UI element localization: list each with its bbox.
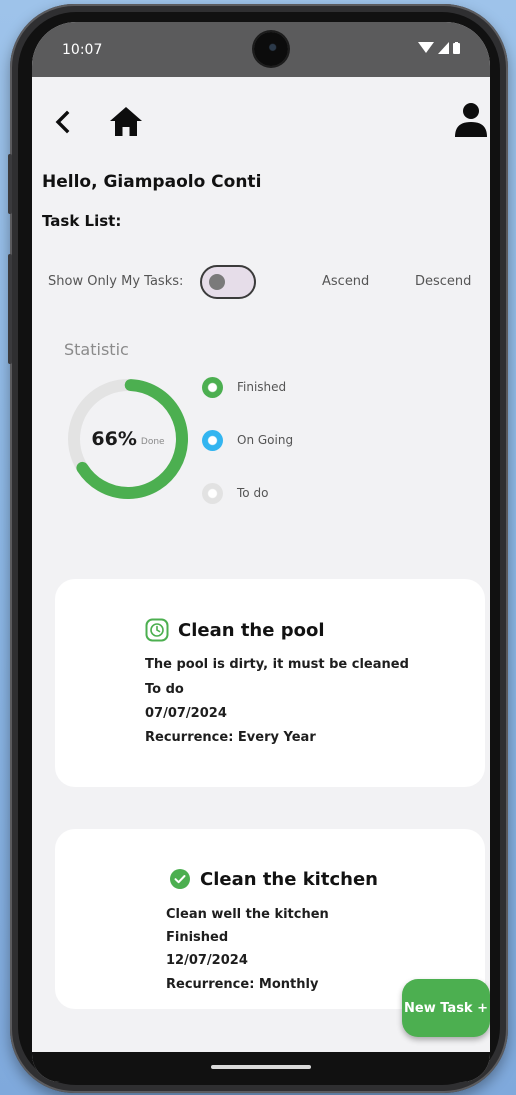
statistic-heading: Statistic [64, 340, 129, 359]
show-only-my-tasks-label: Show Only My Tasks: [48, 274, 184, 289]
back-arrow-icon[interactable] [52, 110, 74, 134]
legend-label-finished: Finished [237, 380, 287, 394]
show-only-my-tasks-toggle[interactable] [200, 265, 256, 299]
legend-finished: Finished [202, 375, 342, 399]
task-list-heading: Task List: [42, 212, 122, 230]
task-recurrence: Recurrence: Monthly [166, 977, 319, 992]
donut-center-label: 66% Done [66, 377, 190, 501]
filter-row: Show Only My Tasks: Ascend Descend [48, 265, 488, 301]
task-card[interactable]: Clean the pool The pool is dirty, it mus… [55, 579, 485, 787]
done-percent: 66% [91, 428, 137, 450]
sort-ascend-button[interactable]: Ascend [322, 274, 369, 289]
wifi-icon [418, 42, 434, 53]
task-title: Clean the kitchen [200, 868, 378, 890]
app-screen: 10:07 Hello, Giampaolo Conti Task List: … [32, 22, 490, 1082]
profile-icon[interactable] [454, 102, 488, 138]
top-app-bar [32, 77, 490, 172]
clock-icon [145, 618, 169, 642]
home-icon[interactable] [108, 105, 144, 137]
status-time: 10:07 [62, 42, 103, 58]
battery-icon [453, 42, 460, 54]
task-recurrence: Recurrence: Every Year [145, 730, 316, 745]
power-button [8, 254, 12, 364]
greeting-heading: Hello, Giampaolo Conti [42, 172, 262, 192]
signal-icon [438, 42, 449, 54]
task-title-row: Clean the pool [145, 618, 325, 642]
home-indicator[interactable] [211, 1065, 311, 1069]
new-task-button[interactable]: New Task + [402, 979, 490, 1037]
sort-descend-button[interactable]: Descend [415, 274, 471, 289]
task-date: 12/07/2024 [166, 953, 248, 968]
task-title-row: Clean the kitchen [169, 868, 378, 890]
legend-dot-to-do [202, 482, 223, 504]
legend-to-do: To do [202, 481, 342, 505]
front-camera [254, 32, 288, 66]
task-description: The pool is dirty, it must be cleaned [145, 657, 409, 672]
legend-dot-on-going [202, 429, 223, 451]
legend-on-going: On Going [202, 428, 342, 452]
task-date: 07/07/2024 [145, 706, 227, 721]
task-title: Clean the pool [178, 619, 325, 641]
done-label: Done [140, 436, 165, 447]
toggle-knob [209, 274, 225, 290]
task-description: Clean well the kitchen [166, 907, 329, 922]
legend-label-to-do: To do [237, 486, 269, 500]
check-circle-icon [170, 869, 190, 889]
status-bar: 10:07 [32, 22, 490, 77]
task-status: Finished [166, 930, 229, 945]
legend-label-on-going: On Going [237, 433, 294, 447]
status-icons [418, 42, 460, 54]
volume-button [8, 154, 12, 214]
legend-dot-finished [202, 376, 223, 398]
task-status: To do [145, 682, 184, 697]
